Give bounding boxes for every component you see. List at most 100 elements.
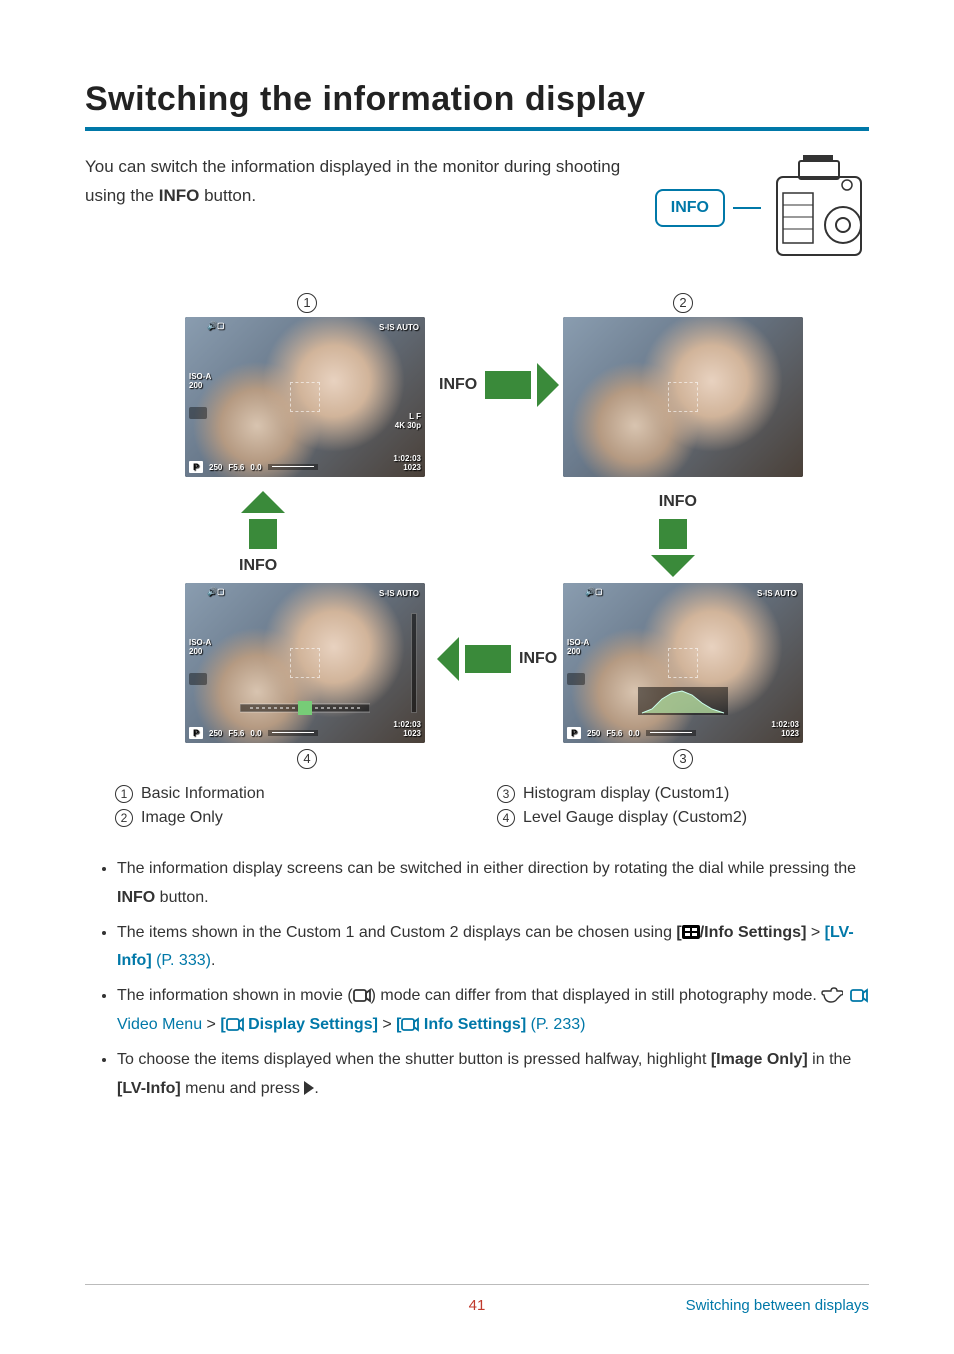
level-horizontal bbox=[240, 701, 370, 715]
notes-list: The information display screens can be s… bbox=[85, 855, 869, 1103]
movie-icon bbox=[353, 987, 371, 1003]
movie-icon bbox=[850, 987, 868, 1003]
note-text: The information display screens can be s… bbox=[117, 860, 856, 877]
osd-expbar bbox=[268, 464, 318, 470]
osd-shutter: 250 bbox=[209, 729, 222, 738]
legend-text: Image Only bbox=[141, 809, 223, 827]
legend-marker: 4 bbox=[497, 809, 515, 827]
legend-item-4: 4 Level Gauge display (Custom2) bbox=[497, 809, 839, 827]
intro-text: You can switch the information displayed… bbox=[85, 153, 625, 211]
note-text: . bbox=[314, 1080, 318, 1097]
note-info-word: INFO bbox=[117, 889, 155, 906]
osd-mode: P bbox=[189, 727, 203, 739]
camera-callout: INFO bbox=[655, 153, 869, 263]
osd-shutter: 250 bbox=[209, 463, 222, 472]
footer: 41 Switching between displays bbox=[85, 1284, 869, 1314]
intro-row: You can switch the information displayed… bbox=[85, 153, 869, 263]
osd-wb-icon bbox=[189, 407, 207, 419]
osd-counter: 1:02:031023 bbox=[393, 721, 421, 739]
note-text: > bbox=[202, 1016, 220, 1033]
intro-info-word: INFO bbox=[159, 186, 200, 205]
osd-sis: S-IS AUTO bbox=[379, 589, 419, 599]
marker-2: 2 bbox=[673, 293, 693, 313]
display-settings-link[interactable]: [ Display Settings] bbox=[220, 1016, 378, 1033]
osd-bottom: P 250 F5.6 0.0 bbox=[567, 727, 799, 739]
info-settings-link[interactable]: [ Info Settings] bbox=[396, 1016, 526, 1033]
page-number: 41 bbox=[469, 1297, 486, 1314]
osd-ev: 0.0 bbox=[250, 729, 261, 738]
arrow-4-to-1: INFO bbox=[239, 491, 287, 577]
arrow-label: INFO bbox=[239, 557, 277, 575]
osd-sis: S-IS AUTO bbox=[757, 589, 797, 599]
marker-1: 1 bbox=[297, 293, 317, 313]
info-settings-ref: [/Info Settings] bbox=[676, 924, 806, 941]
osd-aperture: F5.6 bbox=[228, 729, 244, 738]
note-text: menu and press bbox=[181, 1080, 305, 1097]
osd-mode: P bbox=[567, 727, 581, 739]
arrow-label: INFO bbox=[659, 493, 697, 511]
screen-histogram: 🔊▢ S-IS AUTO ISO-A200 P 250 F5.6 0.0 1:0… bbox=[563, 583, 803, 743]
osd-aperture: F5.6 bbox=[606, 729, 622, 738]
intro-post: button. bbox=[199, 186, 256, 205]
osd-ev: 0.0 bbox=[628, 729, 639, 738]
arrow-2-to-3: INFO bbox=[649, 491, 697, 577]
osd-bottom: P 250 F5.6 0.0 bbox=[189, 727, 421, 739]
osd-top-icons: 🔊▢ bbox=[207, 587, 225, 596]
note-text: . bbox=[211, 952, 215, 969]
note-text: The information shown in movie ( bbox=[117, 987, 353, 1004]
arrow-1-to-2: INFO bbox=[437, 363, 559, 407]
note-text: in the bbox=[808, 1051, 852, 1068]
right-arrow-icon bbox=[304, 1081, 314, 1095]
osd-expbar bbox=[268, 730, 318, 736]
histogram-graphic bbox=[638, 687, 728, 715]
note-text: The items shown in the Custom 1 and Cust… bbox=[117, 924, 676, 941]
level-vertical bbox=[411, 613, 417, 713]
legend-marker: 1 bbox=[115, 785, 133, 803]
arrow-label: INFO bbox=[519, 650, 557, 668]
legend: 1Basic Information 3Histogram display (C… bbox=[115, 785, 839, 827]
note-text: button. bbox=[155, 889, 208, 906]
camera-illustration bbox=[769, 153, 869, 263]
note-text: To choose the items displayed when the s… bbox=[117, 1051, 711, 1068]
osd-expbar bbox=[646, 730, 696, 736]
hand-pointer-icon bbox=[821, 987, 843, 1003]
page-ref-link[interactable]: (P. 233) bbox=[526, 1016, 585, 1033]
osd-aperture: F5.6 bbox=[228, 463, 244, 472]
marker-3: 3 bbox=[673, 749, 693, 769]
legend-text: Level Gauge display (Custom2) bbox=[523, 809, 747, 827]
lv-info-ref: [LV-Info] bbox=[117, 1080, 181, 1097]
osd-iso: ISO-A200 bbox=[567, 639, 589, 657]
screen-basic-info: 🔊▢ S-IS AUTO ISO-A200 L F4K 30p P 250 F5… bbox=[185, 317, 425, 477]
legend-marker: 2 bbox=[115, 809, 133, 827]
legend-marker: 3 bbox=[497, 785, 515, 803]
osd-shutter: 250 bbox=[587, 729, 600, 738]
image-only-ref: [Image Only] bbox=[711, 1051, 808, 1068]
footer-section-link[interactable]: Switching between displays bbox=[686, 1297, 869, 1314]
osd-top-icons: 🔊▢ bbox=[207, 321, 225, 330]
osd-sis: S-IS AUTO bbox=[379, 323, 419, 333]
note-text: > bbox=[806, 924, 824, 941]
note-text: > bbox=[378, 1016, 396, 1033]
note-text: ) mode can differ from that displayed in… bbox=[371, 987, 822, 1004]
osd-counter: 1:02:031023 bbox=[771, 721, 799, 739]
page-ref-link[interactable]: (P. 333) bbox=[152, 952, 211, 969]
note-1: The information display screens can be s… bbox=[117, 855, 869, 913]
movie-icon bbox=[401, 1016, 419, 1032]
note-4: To choose the items displayed when the s… bbox=[117, 1046, 869, 1104]
legend-text: Histogram display (Custom1) bbox=[523, 785, 729, 803]
screen-level-gauge: 🔊▢ S-IS AUTO ISO-A200 P 250 F5.6 0.0 1:0… bbox=[185, 583, 425, 743]
note-3: The information shown in movie ( ) mode c… bbox=[117, 982, 869, 1040]
osd-counter: 1:02:031023 bbox=[393, 455, 421, 473]
arrow-3-to-4: INFO bbox=[437, 637, 559, 681]
movie-icon bbox=[226, 1016, 244, 1032]
osd-top-icons: 🔊▢ bbox=[585, 587, 603, 596]
osd-bottom: P 250 F5.6 0.0 bbox=[189, 461, 421, 473]
osd-quality: L F4K 30p bbox=[395, 413, 421, 431]
legend-item-2: 2 Image Only bbox=[115, 809, 457, 827]
legend-item-3: 3 Histogram display (Custom1) bbox=[497, 785, 839, 803]
note-2: The items shown in the Custom 1 and Cust… bbox=[117, 919, 869, 977]
cycle-diagram: 1 2 3 4 🔊▢ S-IS AUTO ISO-A200 L F4K 30p … bbox=[147, 303, 807, 773]
screen-image-only bbox=[563, 317, 803, 477]
marker-4: 4 bbox=[297, 749, 317, 769]
osd-iso: ISO-A200 bbox=[189, 639, 211, 657]
